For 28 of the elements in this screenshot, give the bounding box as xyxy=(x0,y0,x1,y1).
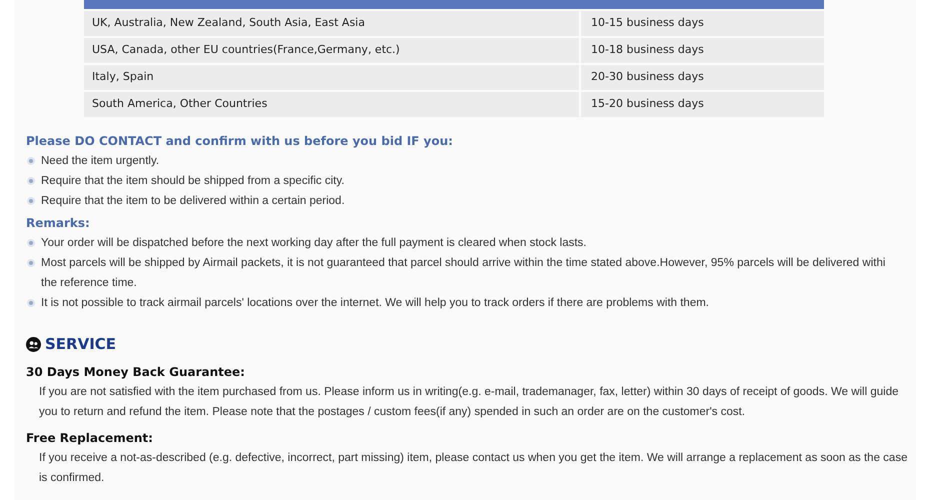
bullet-icon xyxy=(27,299,35,307)
service-title: SERVICE xyxy=(45,334,116,355)
section-heading: Please DO CONTACT and confirm with us before you bid IF you: xyxy=(26,133,454,150)
paragraph: If you are not satisfied with the item purchased from us. Please inform us in writing(e.g. e-mail, trademanager, fax, letter) within 30 days of receipt of goods. We will guide you to return and refund the item. Please note that the postages / custom fees(if any) spended in such an order are on the customer's cost. xyxy=(38,384,900,420)
bullet-icon xyxy=(27,197,35,205)
table-cell: Italy, Spain xyxy=(84,65,579,90)
table-cell: 20-30 business days xyxy=(581,65,824,90)
people-icon xyxy=(26,336,41,352)
table-cell: South America, Other Countries xyxy=(84,92,579,117)
bullet-icon xyxy=(27,157,35,165)
list-item-text: Most parcels will be shipped by Airmail packets, it is not guaranteed that parcel should arrive within the time stated above.However, 95% parcels will be delivered withi the reference time. xyxy=(41,256,886,291)
list-item-text: Require that the item should be shipped from a specific city. xyxy=(41,174,344,189)
bullet-icon xyxy=(27,259,35,267)
list-item-text: Need the item urgently. xyxy=(41,154,160,169)
list-item-text: Require that the item to be delivered within a certain period. xyxy=(41,194,345,209)
bullet-icon xyxy=(27,177,35,185)
table-cell: 10-15 business days xyxy=(581,11,824,36)
table-cell: USA, Canada, other EU countries(France,Germany, etc.) xyxy=(84,38,579,63)
section-heading: Remarks: xyxy=(26,215,91,232)
paragraph: If you receive a not-as-described (e.g. defective, incorrect, part missing) item, please contact us when you get the item. We will arrange a replacement as soon as the case is confirmed. xyxy=(38,450,908,486)
section-heading: Free Replacement: xyxy=(26,430,154,446)
list-item-text: Your order will be dispatched before the next working day after the full payment is cleared when stock lasts. xyxy=(41,236,586,251)
table-cell: UK, Australia, New Zealand, South Asia, East Asia xyxy=(84,11,579,36)
list-item-text: It is not possible to track airmail parcels' locations over the internet. We will help you to track orders if there are problems with them. xyxy=(41,296,709,311)
bullet-icon xyxy=(27,239,35,247)
section-heading: 30 Days Money Back Guarantee: xyxy=(26,364,246,381)
table-cell: 15-20 business days xyxy=(581,92,824,117)
table-cell: 10-18 business days xyxy=(581,38,824,63)
